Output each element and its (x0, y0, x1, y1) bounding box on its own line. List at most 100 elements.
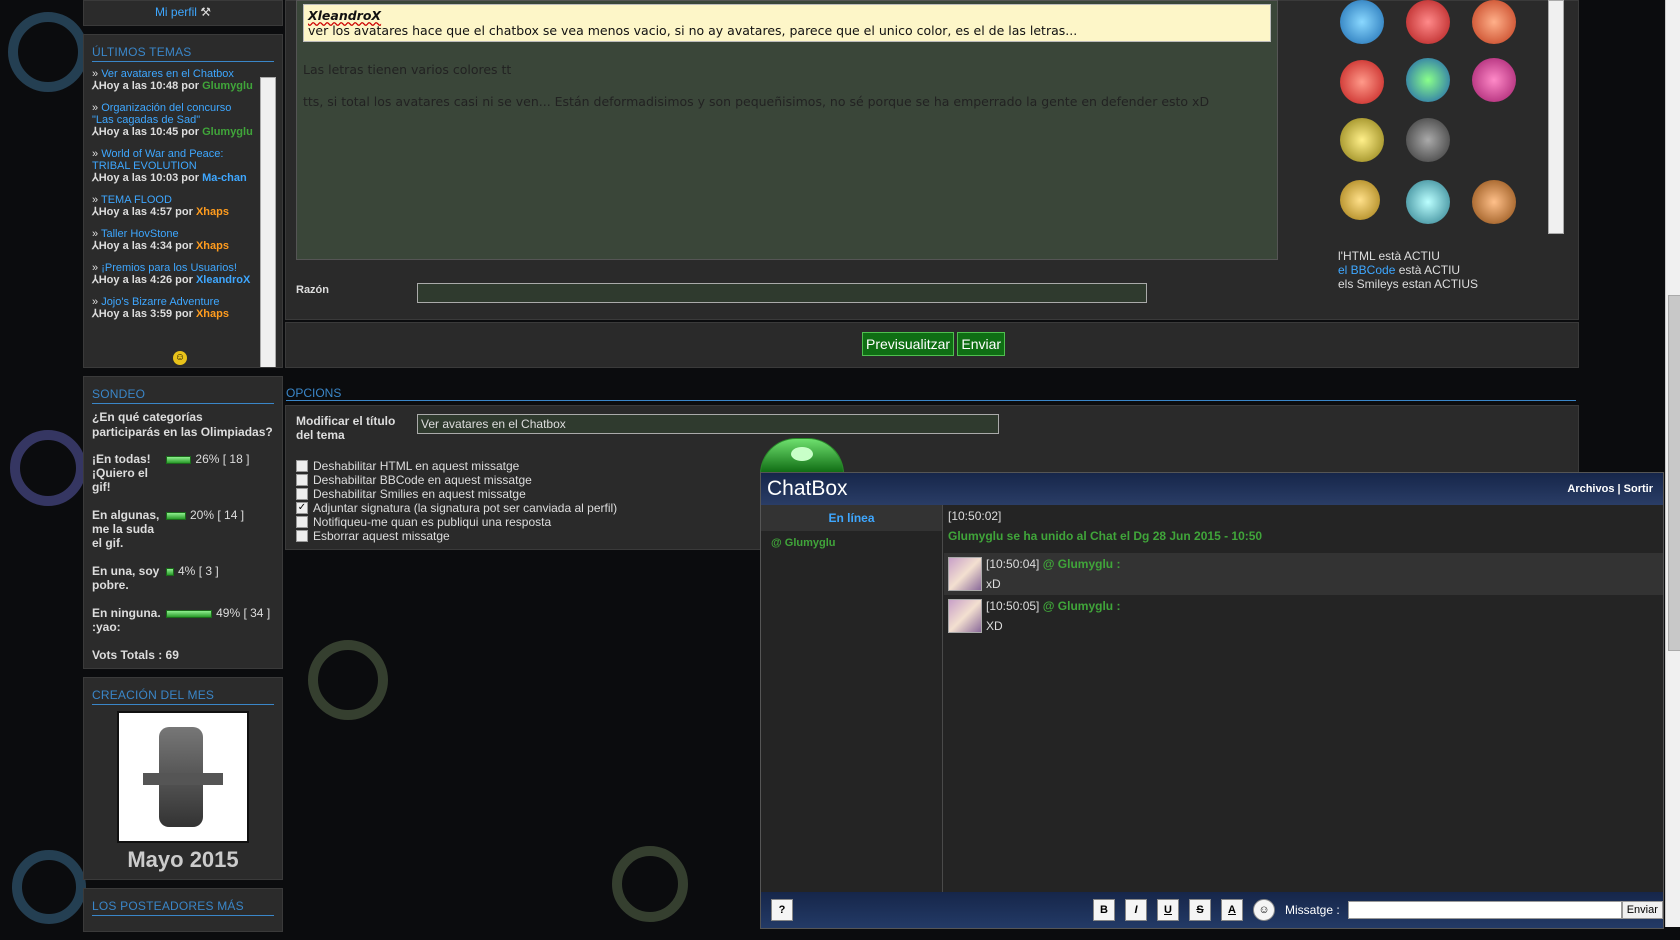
status-info: l'HTML està ACTIU el BBCode està ACTIU e… (1338, 249, 1478, 291)
help-button[interactable]: ? (771, 899, 793, 921)
topic-link[interactable]: Jojo's Bizarre Adventure (101, 296, 219, 308)
poll-total: Vots Totals : 69 (92, 648, 179, 662)
option-checkbox-row[interactable]: Notifiqueu-me quan es publiqui una respo… (296, 515, 617, 529)
smileys-status: els Smileys estan ACTIUS (1338, 277, 1479, 291)
heart-icon[interactable] (1406, 0, 1450, 44)
archive-link[interactable]: Archivos (1567, 483, 1614, 495)
swirl-icon[interactable] (1340, 0, 1384, 44)
background-swirl-icon (612, 846, 688, 922)
user-avatar[interactable] (948, 599, 982, 633)
online-label: En línea (761, 505, 942, 531)
topics-scrollbar[interactable] (260, 77, 276, 367)
chat-message: [10:50:05] @ Glumyglu : XD (944, 595, 1663, 637)
bbcode-status: està ACTIU (1395, 263, 1461, 277)
pickaxe-icon[interactable] (1406, 180, 1450, 224)
creation-caption: Mayo 2015 (127, 847, 239, 872)
sidebar: Mi perfil ⚒ ÚLTIMOS TEMAS » Ver avatares… (83, 0, 283, 940)
topic-item: » ¡Premios para los Usuarios! ⅄Hoy a las… (92, 262, 251, 286)
modify-title-label: Modificar el título del tema (296, 414, 396, 442)
italic-button[interactable]: I (1125, 899, 1147, 921)
chat-send-button[interactable]: Enviar (1621, 901, 1663, 919)
bbcode-link[interactable]: el BBCode (1338, 263, 1395, 277)
topic-meta: Hoy a las 4:34 por (98, 240, 193, 252)
option-checkbox-row[interactable]: Deshabilitar BBCode en aquest missatge (296, 473, 617, 487)
ship-icon[interactable] (1472, 180, 1516, 224)
checkbox[interactable]: ✓ (296, 502, 308, 514)
option-checkbox-row[interactable]: Deshabilitar Smilies en aquest missatge (296, 487, 617, 501)
creation-image[interactable] (117, 711, 249, 843)
checkbox[interactable] (296, 530, 308, 542)
online-users-panel: En línea @ Glumyglu (761, 505, 943, 892)
message-user[interactable]: @ Glumyglu : (1043, 599, 1121, 613)
topic-user[interactable]: Glumyglu (202, 126, 253, 138)
creation-title: CREACIÓN DEL MES (92, 688, 274, 705)
page-scrollbar-thumb[interactable] (1668, 295, 1680, 651)
message-editor[interactable]: XleandroX ver los avatares hace que el c… (296, 0, 1278, 260)
icons-scrollbar[interactable] (1548, 0, 1564, 234)
topic-user[interactable]: XleandroX (196, 274, 250, 286)
creation-box: CREACIÓN DEL MES Mayo 2015 (83, 677, 283, 880)
color-button[interactable]: A (1221, 899, 1243, 921)
poll-percent: 26% (195, 452, 220, 466)
topic-link[interactable]: Ver avatares en el Chatbox (101, 68, 234, 80)
option-checkbox-row[interactable]: Esborrar aquest missatge (296, 529, 617, 543)
poll-box: SONDEO ¿En qué categorías participarás e… (83, 376, 283, 669)
lock-icon[interactable] (1340, 180, 1380, 220)
bold-button[interactable]: B (1093, 899, 1115, 921)
link-separator: | (1617, 483, 1621, 495)
topic-title-input[interactable]: Ver avatares en el Chatbox (417, 414, 999, 434)
send-button[interactable]: Enviar (957, 332, 1006, 356)
checkbox[interactable] (296, 516, 308, 528)
topic-user[interactable]: Xhaps (196, 240, 229, 252)
poll-option-label: En ninguna. :yao: (92, 606, 161, 634)
topic-meta: Hoy a las 10:03 por (98, 172, 200, 184)
smiley-picker-icon[interactable]: ☺ (1253, 899, 1275, 921)
fish-icon[interactable] (1472, 58, 1516, 102)
checkbox-label: Notifiqueu-me quan es publiqui una respo… (313, 515, 552, 529)
fox-icon[interactable] (1472, 0, 1516, 44)
ribbon-icon[interactable] (1340, 60, 1384, 104)
topic-user[interactable]: Glumyglu (202, 80, 253, 92)
online-user[interactable]: @ Glumyglu (761, 531, 942, 555)
topic-item: » Taller HovStone ⅄Hoy a las 4:34 por Xh… (92, 228, 229, 252)
strike-button[interactable]: S (1189, 899, 1211, 921)
action-buttons: Previsualitzar Enviar (862, 332, 1006, 356)
message-user[interactable]: @ Glumyglu : (1043, 557, 1121, 571)
topic-link[interactable]: ¡Premios para los Usuarios! (101, 262, 237, 274)
topic-link[interactable]: World of War and Peace: TRIBAL EVOLUTION (92, 148, 223, 172)
skull-icon[interactable] (1340, 118, 1384, 162)
underline-button[interactable]: U (1157, 899, 1179, 921)
my-profile-link[interactable]: Mi perfil (155, 5, 197, 19)
user-avatar[interactable] (948, 557, 982, 591)
topic-user[interactable]: Xhaps (196, 206, 229, 218)
globe-icon[interactable] (1406, 58, 1450, 102)
topic-item: » Ver avatares en el Chatbox ⅄Hoy a las … (92, 68, 253, 92)
topic-user[interactable]: Ma-chan (202, 172, 247, 184)
topic-arrow-icon: ⅄ (92, 126, 99, 138)
editor-line-2: tts, si total los avatares casi ni se ve… (303, 94, 1210, 109)
gear-icon[interactable] (1406, 118, 1450, 162)
exit-link[interactable]: Sortir (1624, 483, 1653, 495)
topic-link[interactable]: TEMA FLOOD (101, 194, 172, 206)
message-input[interactable] (1347, 901, 1622, 919)
checkbox-label: Deshabilitar Smilies en aquest missatge (313, 487, 526, 501)
option-checkbox-row[interactable]: ✓ Adjuntar signatura (la signatura pot se… (296, 501, 617, 515)
page-scrollbar[interactable] (1665, 0, 1680, 927)
checkbox-label: Deshabilitar BBCode en aquest missatge (313, 473, 532, 487)
preview-button[interactable]: Previsualitzar (862, 332, 955, 356)
options-title: OPCIONS (286, 386, 1576, 401)
topic-meta: Hoy a las 3:59 por (98, 308, 193, 320)
checkbox[interactable] (296, 474, 308, 486)
topic-item: » World of War and Peace: TRIBAL EVOLUTI… (92, 148, 247, 184)
checkbox-label: Adjuntar signatura (la signatura pot ser… (313, 501, 618, 515)
topic-link[interactable]: Organización del concurso "Las cagadas d… (92, 102, 231, 126)
topic-link[interactable]: Taller HovStone (101, 228, 179, 240)
reason-input[interactable] (417, 283, 1147, 303)
checkbox[interactable] (296, 460, 308, 472)
message-text: XD (986, 619, 1003, 633)
checkbox[interactable] (296, 488, 308, 500)
option-checkbox-row[interactable]: Deshabilitar HTML en aquest missatge (296, 459, 617, 473)
background-swirl-icon (8, 12, 88, 92)
topic-user[interactable]: Xhaps (196, 308, 229, 320)
poll-votes: [ 34 ] (243, 606, 271, 620)
